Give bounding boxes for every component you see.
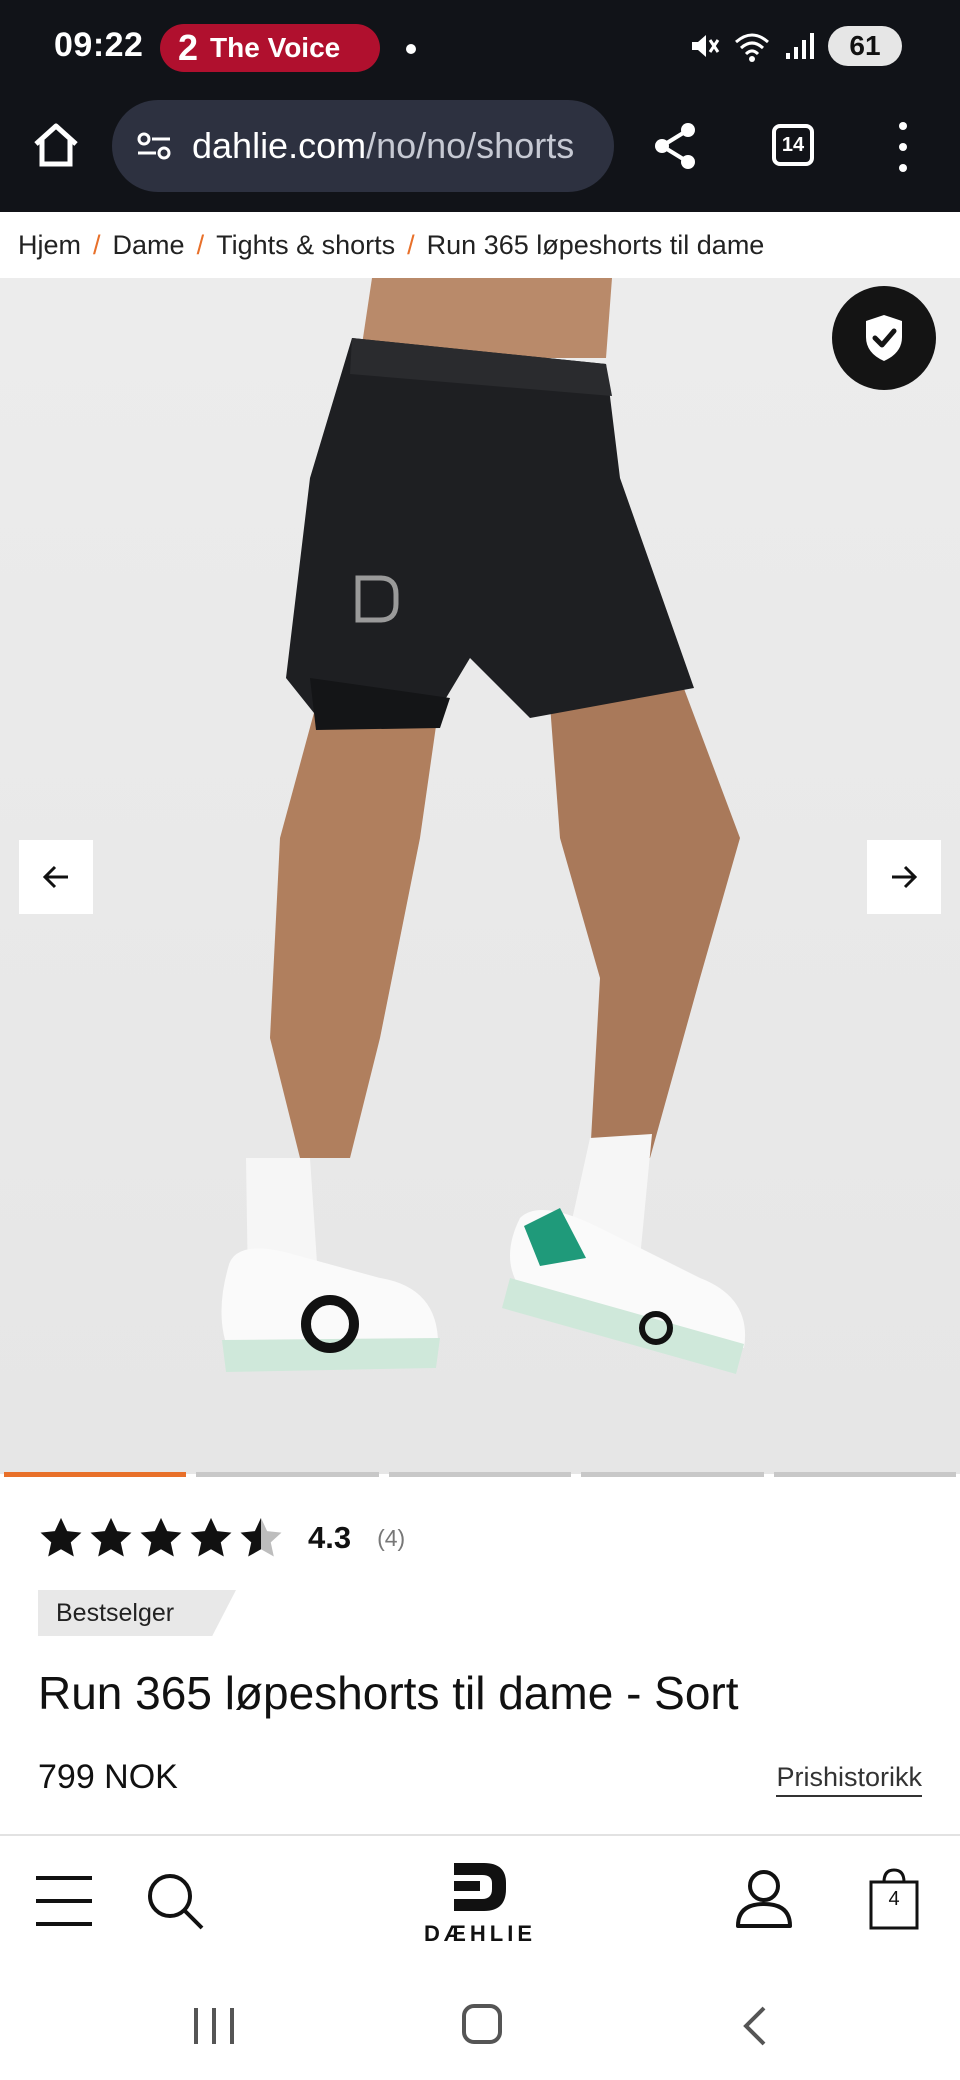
cart-count: 4 bbox=[888, 1888, 900, 1910]
price-history-link[interactable]: Prishistorikk bbox=[776, 1762, 922, 1797]
search-icon[interactable] bbox=[146, 1872, 206, 1932]
browser-toolbar: dahlie.com/no/no/shorts 14 bbox=[0, 100, 960, 212]
menu-icon[interactable] bbox=[34, 1876, 94, 1926]
breadcrumb-separator: / bbox=[407, 229, 415, 260]
gallery-indicator[interactable] bbox=[196, 1472, 379, 1477]
logo-icon bbox=[454, 1863, 506, 1911]
site-settings-icon[interactable] bbox=[136, 130, 172, 162]
rating-value: 4.3 bbox=[308, 1520, 352, 1555]
bottom-navigation: DÆHLIE 4 bbox=[0, 1836, 960, 1968]
wifi-icon bbox=[735, 33, 769, 62]
signal-icon bbox=[786, 33, 814, 59]
product-image-gallery[interactable] bbox=[0, 278, 960, 1474]
recent-apps-icon[interactable] bbox=[194, 2008, 234, 2044]
notification-dot bbox=[406, 44, 416, 54]
rating-count[interactable]: (4) bbox=[377, 1525, 405, 1552]
gallery-indicator[interactable] bbox=[773, 1472, 957, 1477]
status-time: 09:22 bbox=[54, 26, 144, 64]
gallery-prev-button[interactable] bbox=[19, 840, 93, 914]
bestseller-badge: Bestselger bbox=[38, 1590, 236, 1636]
breadcrumb: Hjem / Dame / Tights & shorts / Run 365 … bbox=[0, 212, 960, 278]
gallery-indicator-active[interactable] bbox=[4, 1472, 187, 1477]
url-text[interactable]: dahlie.com/no/no/shorts bbox=[192, 125, 574, 167]
gallery-progress bbox=[0, 1472, 960, 1478]
product-price: 799 NOK bbox=[38, 1758, 178, 1796]
url-path: /no/no/shorts bbox=[366, 125, 575, 166]
tabs-icon[interactable]: 14 bbox=[772, 124, 814, 166]
star-half-icon bbox=[240, 1517, 282, 1557]
channel-number: 2 bbox=[178, 27, 199, 68]
gallery-next-button[interactable] bbox=[867, 840, 941, 914]
back-icon[interactable] bbox=[736, 2004, 776, 2048]
breadcrumb-tights-shorts[interactable]: Tights & shorts bbox=[216, 230, 395, 261]
breadcrumb-home[interactable]: Hjem bbox=[18, 230, 81, 261]
status-icons: 61 bbox=[688, 26, 902, 66]
notification-pill[interactable]: 2 The Voice bbox=[160, 24, 380, 72]
mute-icon bbox=[692, 35, 720, 57]
breadcrumb-separator: / bbox=[93, 229, 101, 260]
share-icon[interactable] bbox=[650, 120, 702, 172]
star-icon bbox=[40, 1517, 82, 1557]
product-photo bbox=[221, 278, 746, 1374]
battery-icon: 61 bbox=[828, 26, 902, 66]
product-rating[interactable]: 4.3 (4) bbox=[38, 1516, 405, 1560]
star-icon bbox=[140, 1517, 182, 1557]
status-bar: 09:22 2 The Voice 61 bbox=[0, 0, 960, 100]
home-icon[interactable] bbox=[30, 120, 82, 172]
system-navigation bbox=[0, 1968, 960, 2080]
more-menu-icon[interactable] bbox=[888, 122, 918, 172]
breadcrumb-women[interactable]: Dame bbox=[113, 230, 185, 261]
arrow-right-icon bbox=[892, 865, 918, 889]
notification-text: The Voice bbox=[210, 32, 341, 63]
cart-button[interactable]: 4 bbox=[868, 1866, 920, 1932]
url-bar[interactable]: dahlie.com/no/no/shorts bbox=[112, 100, 614, 192]
breadcrumb-separator: / bbox=[196, 229, 205, 260]
gallery-indicator[interactable] bbox=[388, 1472, 572, 1477]
star-icon bbox=[190, 1517, 232, 1557]
star-icon bbox=[90, 1517, 132, 1557]
brand-logo[interactable]: DÆHLIE bbox=[410, 1858, 550, 1948]
home-button-icon[interactable] bbox=[462, 2004, 502, 2044]
logo-text: DÆHLIE bbox=[424, 1921, 536, 1946]
arrow-left-icon bbox=[42, 865, 68, 889]
account-icon[interactable] bbox=[732, 1866, 796, 1930]
breadcrumb-current: Run 365 løpeshorts til dame bbox=[426, 229, 765, 260]
product-title: Run 365 løpeshorts til dame - Sort bbox=[38, 1667, 739, 1719]
gallery-indicator[interactable] bbox=[581, 1472, 764, 1477]
shield-check-icon[interactable] bbox=[832, 286, 936, 390]
url-host: dahlie.com bbox=[192, 125, 367, 166]
